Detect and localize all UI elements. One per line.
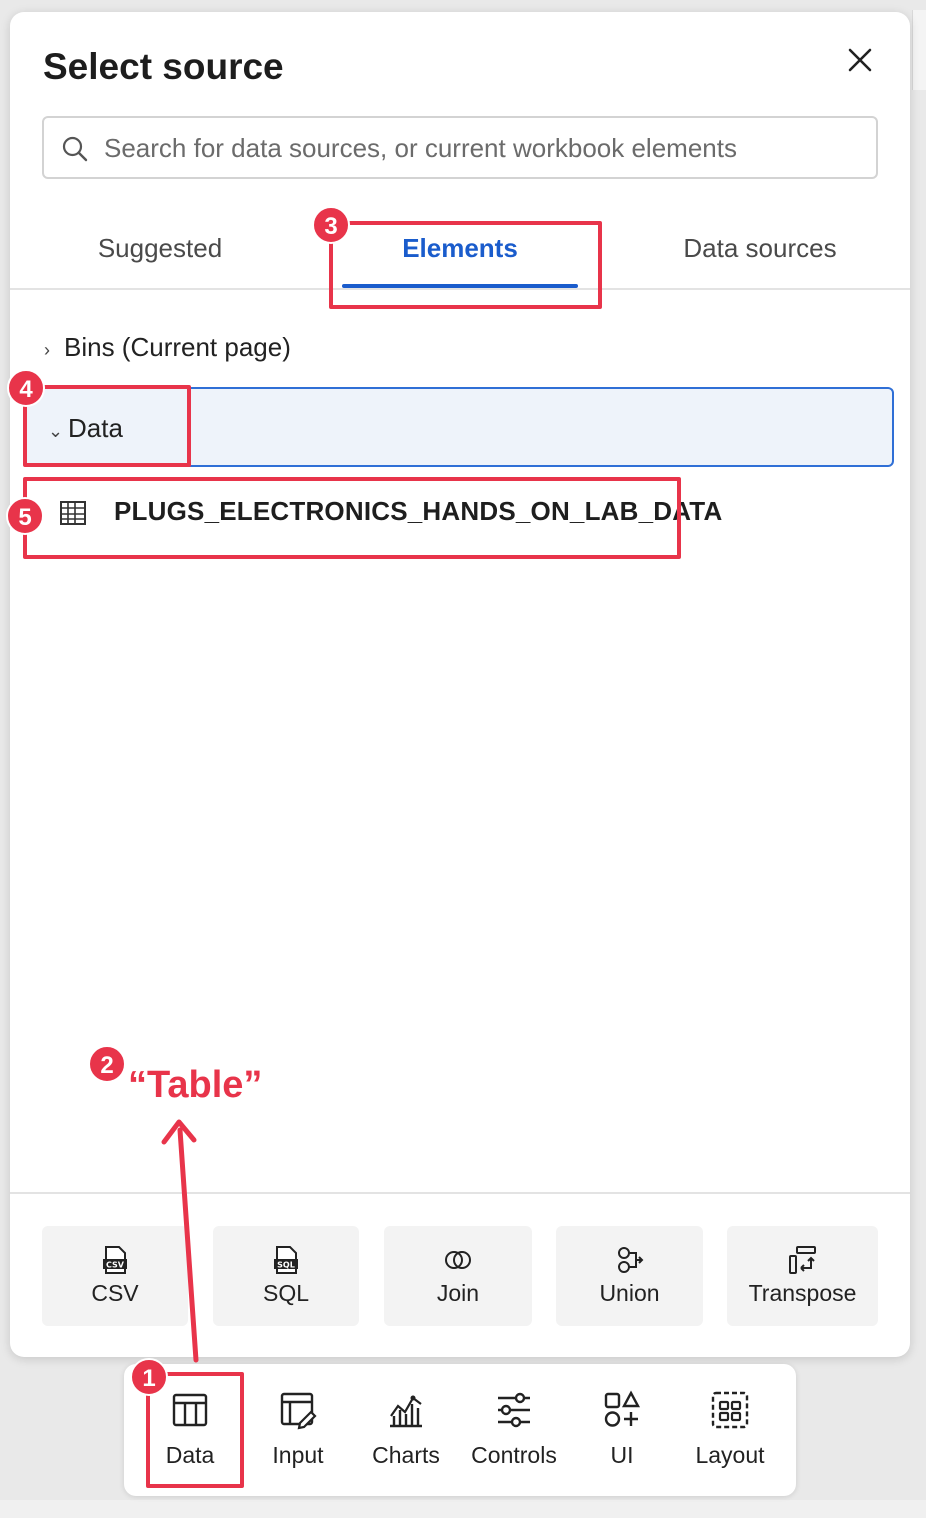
transpose-button[interactable]: Transpose <box>727 1226 878 1326</box>
ui-icon <box>604 1390 641 1427</box>
annotation-badge-1: 1 <box>130 1358 168 1396</box>
close-button[interactable] <box>842 42 878 78</box>
annotation-box-data <box>23 385 191 467</box>
annotation-badge-5: 5 <box>6 497 44 535</box>
dock-item-layout[interactable]: Layout <box>676 1364 784 1496</box>
tree-item-bins[interactable]: › Bins (Current page) <box>44 332 291 363</box>
dock-label-ui: UI <box>610 1442 634 1468</box>
tab-suggested[interactable]: Suggested <box>10 212 310 288</box>
sql-button[interactable]: SQL SQL <box>213 1226 359 1326</box>
close-icon <box>848 48 872 72</box>
join-button[interactable]: Join <box>384 1226 532 1326</box>
background-strip <box>0 1500 926 1518</box>
search-box[interactable] <box>42 116 878 179</box>
transpose-icon <box>788 1246 816 1274</box>
transpose-label: Transpose <box>748 1280 857 1306</box>
layout-icon <box>711 1391 749 1429</box>
annotation-box-table-item <box>23 477 681 559</box>
join-label: Join <box>436 1280 480 1306</box>
union-label: Union <box>599 1280 660 1306</box>
csv-icon: CSV <box>103 1246 127 1274</box>
svg-text:SQL: SQL <box>277 1261 295 1270</box>
union-button[interactable]: Union <box>556 1226 703 1326</box>
join-icon <box>445 1251 471 1269</box>
chevron-right-icon: › <box>44 340 50 360</box>
dock-item-controls[interactable]: Controls <box>460 1364 568 1496</box>
annotation-badge-3: 3 <box>312 206 350 244</box>
annotation-badge-2: 2 <box>88 1045 126 1083</box>
background-window-edge <box>912 10 926 90</box>
input-icon <box>280 1392 317 1430</box>
tree-item-bins-label: Bins (Current page) <box>64 332 291 362</box>
charts-icon <box>390 1395 422 1428</box>
search-icon <box>62 136 88 162</box>
dock-label-charts: Charts <box>372 1442 440 1468</box>
dock-item-ui[interactable]: UI <box>568 1364 676 1496</box>
sql-icon: SQL <box>274 1246 298 1274</box>
controls-icon <box>498 1392 530 1428</box>
footer-divider <box>10 1192 910 1194</box>
dock-label-layout: Layout <box>695 1442 765 1468</box>
search-input[interactable] <box>104 126 864 170</box>
tab-data-sources[interactable]: Data sources <box>610 212 910 288</box>
dock-item-charts[interactable]: Charts <box>352 1364 460 1496</box>
annotation-box-elements <box>329 221 602 309</box>
panel-title: Select source <box>43 46 284 87</box>
sql-label: SQL <box>262 1280 310 1306</box>
annotation-callout-text: “Table” <box>128 1064 263 1106</box>
annotation-badge-4: 4 <box>7 369 45 407</box>
union-icon <box>617 1247 643 1273</box>
dock-label-input: Input <box>272 1442 324 1468</box>
dock-item-input[interactable]: Input <box>244 1364 352 1496</box>
dock-label-controls: Controls <box>471 1442 557 1468</box>
select-source-panel: Select source Suggested Elements Data so… <box>10 12 910 1357</box>
annotation-arrow <box>161 1119 199 1363</box>
svg-text:CSV: CSV <box>106 1261 125 1270</box>
